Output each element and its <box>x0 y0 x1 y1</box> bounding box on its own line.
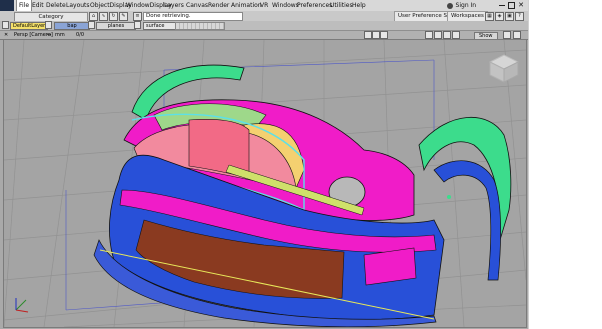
list-icon[interactable]: ≡ <box>133 12 142 21</box>
viewport-minimize-icon[interactable] <box>503 31 511 39</box>
window-icon[interactable]: ▣ <box>505 12 514 21</box>
grid-toggle-icon[interactable] <box>425 31 433 39</box>
wire-icon[interactable] <box>443 31 451 39</box>
menu-delete[interactable]: Delete <box>46 0 66 11</box>
close-icon[interactable]: ✕ <box>518 2 524 9</box>
view-cube[interactable] <box>488 54 520 83</box>
layer-bap[interactable]: bap <box>54 22 90 30</box>
house-icon[interactable]: ⌂ <box>89 12 98 21</box>
shade-icon[interactable] <box>434 31 442 39</box>
menu-canvas[interactable]: Canvas <box>186 0 208 11</box>
help-icon[interactable]: ? <box>515 12 524 21</box>
menu-render[interactable]: Render <box>208 0 229 11</box>
rotate-icon[interactable]: ↻ <box>109 12 118 21</box>
sign-in-area[interactable]: Sign In ✕ <box>446 0 524 11</box>
layer-visibility-icon[interactable] <box>134 21 141 29</box>
snapshot-icon[interactable] <box>364 31 372 39</box>
layout-icon[interactable] <box>380 31 388 39</box>
layer-surface[interactable]: surface <box>143 22 177 30</box>
layer-lock-icon[interactable] <box>2 21 9 29</box>
pivot-marker <box>447 195 451 199</box>
menu-utilities[interactable]: Utilities <box>330 0 353 11</box>
viewport-maximize-icon[interactable] <box>513 31 521 39</box>
viewport-canvas[interactable] <box>4 40 526 327</box>
layer-visibility-icon[interactable] <box>45 21 52 29</box>
frame-icon[interactable] <box>372 31 380 39</box>
sign-in-link[interactable]: Sign In <box>456 0 477 11</box>
menu-windows[interactable]: Windows <box>272 0 299 11</box>
grid-icon[interactable]: ▦ <box>485 12 494 21</box>
layer-bar: DefaultLayer bap planes surface <box>0 21 528 31</box>
axis-triad <box>15 298 29 313</box>
status-field: Done retrieving. <box>143 12 243 21</box>
layer-bar-fill <box>175 22 225 30</box>
menu-edit[interactable]: Edit <box>32 0 44 11</box>
light-icon[interactable] <box>452 31 460 39</box>
viewport-arrow-icon: ↔ <box>47 32 52 38</box>
curve-icon[interactable]: ∿ <box>99 12 108 21</box>
menu-layers[interactable]: Layers <box>164 0 184 11</box>
viewport-extra: 0/0 <box>76 32 85 38</box>
menu-vr[interactable]: VR <box>260 0 268 11</box>
menu-help[interactable]: Help <box>352 0 366 11</box>
menu-animation[interactable]: Animation <box>231 0 262 11</box>
pen-icon[interactable]: ✎ <box>119 12 128 21</box>
layer-default[interactable]: DefaultLayer <box>10 22 48 30</box>
cube-icon[interactable]: ◈ <box>495 12 504 21</box>
tab-workspaces[interactable]: Workspaces <box>447 11 488 21</box>
menu-layouts[interactable]: Layouts <box>66 0 90 11</box>
maximize-icon[interactable] <box>508 2 516 9</box>
minimize-icon[interactable] <box>499 5 506 6</box>
perspective-viewport[interactable] <box>3 39 527 328</box>
menu-file[interactable]: File <box>16 0 33 11</box>
viewport-close-icon[interactable]: ✕ <box>4 31 8 39</box>
viewport-units: mm <box>55 32 65 38</box>
layer-visibility-icon[interactable] <box>88 21 95 29</box>
layer-planes[interactable]: planes <box>96 22 136 30</box>
menu-preferences[interactable]: Preferences <box>297 0 332 11</box>
right-side-panel <box>528 0 602 329</box>
user-icon <box>446 2 453 9</box>
application-window: screen File Edit Delete Layouts ObjectDi… <box>0 0 528 329</box>
